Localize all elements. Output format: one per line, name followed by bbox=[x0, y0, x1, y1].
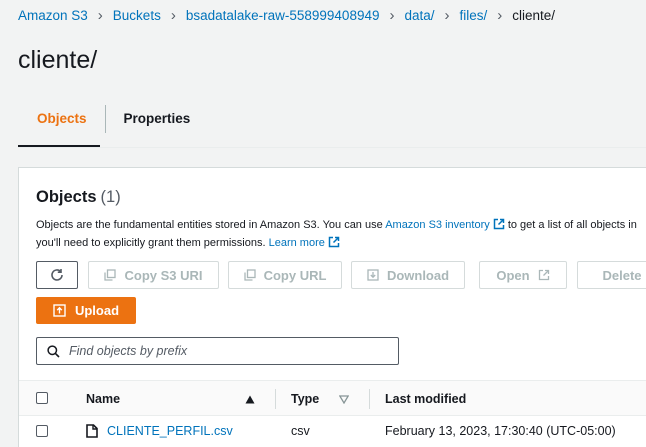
tabs-divider bbox=[18, 147, 646, 148]
table-header: Name Type Last modified bbox=[19, 380, 646, 416]
file-type-cell: csv bbox=[291, 424, 310, 438]
external-link-icon bbox=[538, 269, 549, 281]
objects-description: Objects are the fundamental entities sto… bbox=[36, 216, 646, 252]
search-icon bbox=[47, 344, 60, 358]
description-text-line2: you'll need to explicitly grant them per… bbox=[36, 237, 266, 249]
description-text-cont: to get a list of all objects in bbox=[507, 219, 637, 231]
copy-s3-uri-label: Copy S3 URI bbox=[124, 267, 203, 283]
chevron-right-icon: › bbox=[170, 7, 176, 24]
breadcrumb-buckets[interactable]: Buckets bbox=[113, 8, 161, 23]
last-modified-cell: February 13, 2023, 17:30:40 (UTC-05:00) bbox=[385, 424, 616, 438]
column-header-name[interactable]: Name bbox=[86, 381, 120, 417]
objects-title: Objects bbox=[36, 188, 97, 206]
inventory-link[interactable]: Amazon S3 inventory bbox=[385, 219, 490, 231]
chevron-right-icon: › bbox=[497, 7, 503, 24]
upload-label: Upload bbox=[74, 303, 120, 318]
refresh-button[interactable] bbox=[36, 261, 78, 289]
page-title: cliente/ bbox=[18, 46, 98, 74]
tabs: Objects Properties bbox=[18, 104, 208, 134]
sort-ascending-icon[interactable] bbox=[245, 381, 255, 417]
objects-header: Objects (1) bbox=[36, 188, 121, 207]
column-divider bbox=[275, 389, 276, 409]
copy-s3-uri-button[interactable]: Copy S3 URI bbox=[88, 261, 219, 289]
chevron-right-icon: › bbox=[97, 7, 103, 24]
download-icon bbox=[367, 269, 379, 281]
breadcrumb-files[interactable]: files/ bbox=[460, 8, 488, 23]
refresh-icon bbox=[51, 269, 63, 281]
objects-panel: Objects (1) Objects are the fundamental e… bbox=[18, 167, 646, 447]
file-name-link[interactable]: CLIENTE_PERFIL.csv bbox=[107, 424, 233, 438]
upload-button[interactable]: Upload bbox=[36, 297, 136, 324]
breadcrumb-amazon-s3[interactable]: Amazon S3 bbox=[18, 8, 88, 23]
copy-icon bbox=[104, 269, 117, 281]
file-name-cell: CLIENTE_PERFIL.csv bbox=[86, 416, 233, 446]
delete-label: Delete bbox=[602, 267, 642, 283]
download-label: Download bbox=[386, 267, 450, 283]
breadcrumb: Amazon S3 › Buckets › bsadatalake-raw-55… bbox=[18, 7, 555, 24]
row-checkbox[interactable] bbox=[36, 425, 48, 437]
breadcrumb-current: cliente/ bbox=[512, 8, 556, 23]
delete-button[interactable]: Delete bbox=[577, 261, 646, 289]
external-link-icon bbox=[493, 218, 504, 230]
file-icon bbox=[86, 424, 98, 438]
copy-url-button[interactable]: Copy URL bbox=[228, 261, 342, 289]
search-input[interactable] bbox=[69, 344, 369, 358]
chevron-right-icon: › bbox=[389, 7, 395, 24]
search-box bbox=[36, 337, 399, 365]
column-divider bbox=[369, 389, 370, 409]
external-link-icon bbox=[328, 236, 340, 248]
upload-icon bbox=[53, 304, 66, 317]
select-all-checkbox[interactable] bbox=[36, 392, 48, 404]
column-header-type[interactable]: Type bbox=[291, 381, 319, 417]
description-text: Objects are the fundamental entities sto… bbox=[36, 219, 383, 231]
tab-properties[interactable]: Properties bbox=[106, 104, 209, 134]
copy-icon bbox=[243, 269, 256, 281]
breadcrumb-data[interactable]: data/ bbox=[404, 8, 434, 23]
sort-descending-icon[interactable] bbox=[339, 381, 349, 417]
copy-url-label: Copy URL bbox=[263, 267, 327, 283]
objects-count: (1) bbox=[100, 188, 121, 206]
open-button[interactable]: Open bbox=[479, 261, 567, 289]
table-row[interactable]: CLIENTE_PERFIL.csv csv February 13, 2023… bbox=[19, 416, 646, 447]
download-button[interactable]: Download bbox=[351, 261, 465, 289]
learn-more-link[interactable]: Learn more bbox=[269, 237, 325, 249]
column-header-last-modified[interactable]: Last modified bbox=[385, 381, 466, 417]
breadcrumb-bucket[interactable]: bsadatalake-raw-558999408949 bbox=[186, 8, 380, 23]
tab-objects[interactable]: Objects bbox=[18, 104, 105, 134]
chevron-right-icon: › bbox=[444, 7, 450, 24]
open-label: Open bbox=[496, 267, 530, 283]
